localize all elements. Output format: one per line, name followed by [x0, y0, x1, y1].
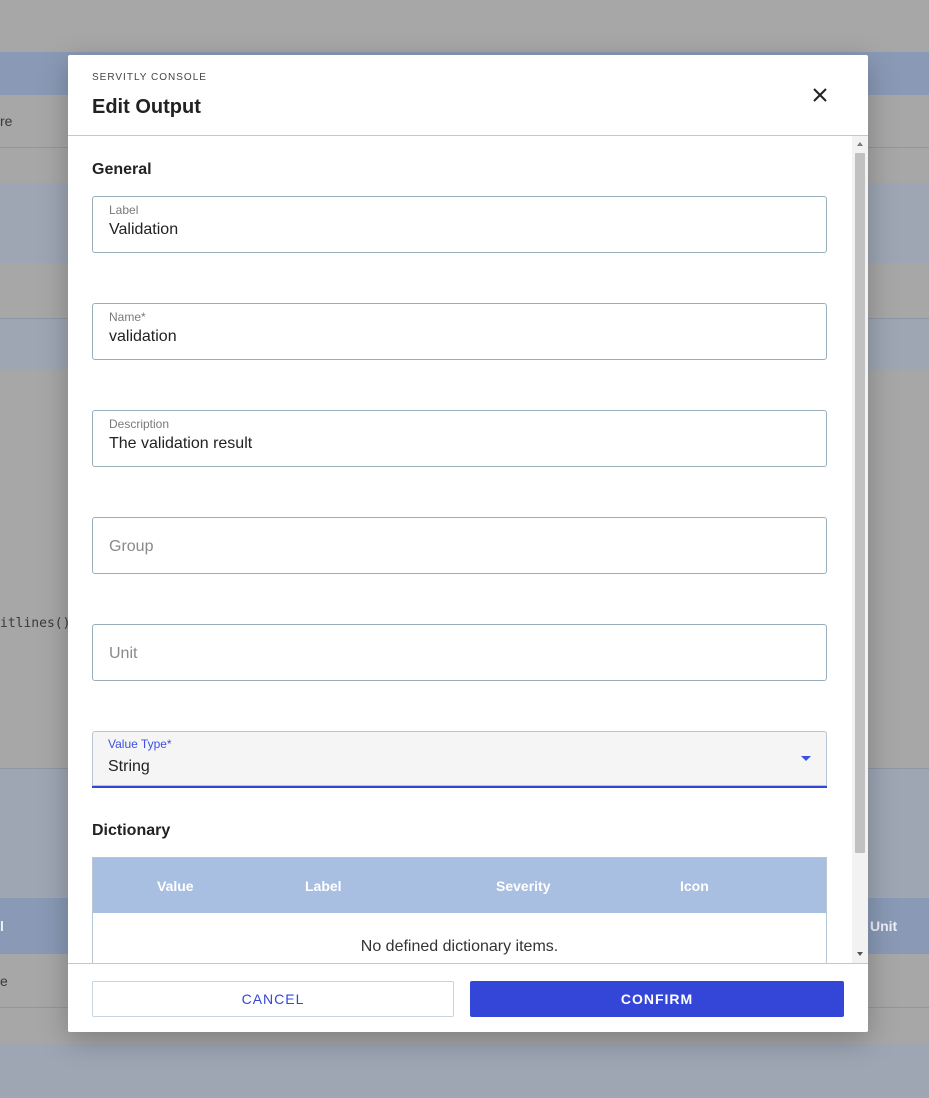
scroll-down-arrow-icon[interactable] [857, 952, 863, 956]
column-header-severity[interactable]: Severity [496, 878, 550, 894]
scroll-thumb[interactable] [855, 153, 865, 853]
description-field-value: The validation result [109, 435, 253, 452]
value-type-label: Value Type* [108, 737, 172, 751]
label-field[interactable]: Label Validation [92, 196, 827, 253]
chevron-down-icon[interactable] [801, 756, 811, 761]
description-field-label: Description [109, 417, 170, 431]
section-title-dictionary: Dictionary [92, 822, 171, 839]
name-field[interactable]: Name* validation [92, 303, 827, 360]
edit-output-dialog: SERVITLY CONSOLE Edit Output General Lab… [68, 55, 868, 1032]
bg-band [0, 1044, 929, 1098]
column-header-value[interactable]: Value [157, 878, 194, 894]
scroll-up-arrow-icon[interactable] [857, 142, 863, 146]
name-field-label: Name* [109, 310, 146, 324]
description-field[interactable]: Description The validation result [92, 410, 827, 467]
column-header-label[interactable]: Label [305, 878, 342, 894]
bg-code-text: itlines() [0, 616, 71, 631]
close-icon[interactable] [806, 81, 834, 109]
dialog-header: SERVITLY CONSOLE Edit Output [68, 55, 868, 136]
label-field-label: Label [109, 203, 139, 217]
cancel-button[interactable]: CANCEL [92, 981, 454, 1017]
dictionary-table: Value Label Severity Icon No defined dic… [92, 857, 827, 963]
dialog-scrollbar[interactable] [852, 136, 868, 963]
section-title-general: General [92, 161, 152, 178]
value-type-value: String [108, 758, 150, 775]
dialog-overline: SERVITLY CONSOLE [92, 72, 207, 83]
column-header-icon[interactable]: Icon [680, 878, 709, 894]
confirm-button[interactable]: CONFIRM [470, 981, 844, 1017]
name-field-value: validation [109, 328, 177, 345]
dictionary-empty-message: No defined dictionary items. [360, 938, 559, 955]
dialog-title: Edit Output [92, 96, 201, 118]
dialog-body: General Label Validation Name* validatio… [68, 136, 868, 963]
dictionary-table-header: Value Label Severity Icon [93, 858, 826, 913]
unit-field-placeholder: Unit [109, 645, 138, 662]
label-field-value: Validation [109, 221, 179, 238]
bg-text: re [0, 113, 13, 129]
bg-text: e [0, 973, 8, 989]
bg-header-unit: Unit [870, 918, 898, 934]
unit-field[interactable]: Unit [92, 624, 827, 681]
dialog-footer: CANCEL CONFIRM [68, 963, 868, 1032]
bg-header-text: l [0, 918, 4, 934]
group-field-placeholder: Group [109, 538, 154, 555]
value-type-select[interactable]: Value Type* String [92, 731, 827, 788]
group-field[interactable]: Group [92, 517, 827, 574]
